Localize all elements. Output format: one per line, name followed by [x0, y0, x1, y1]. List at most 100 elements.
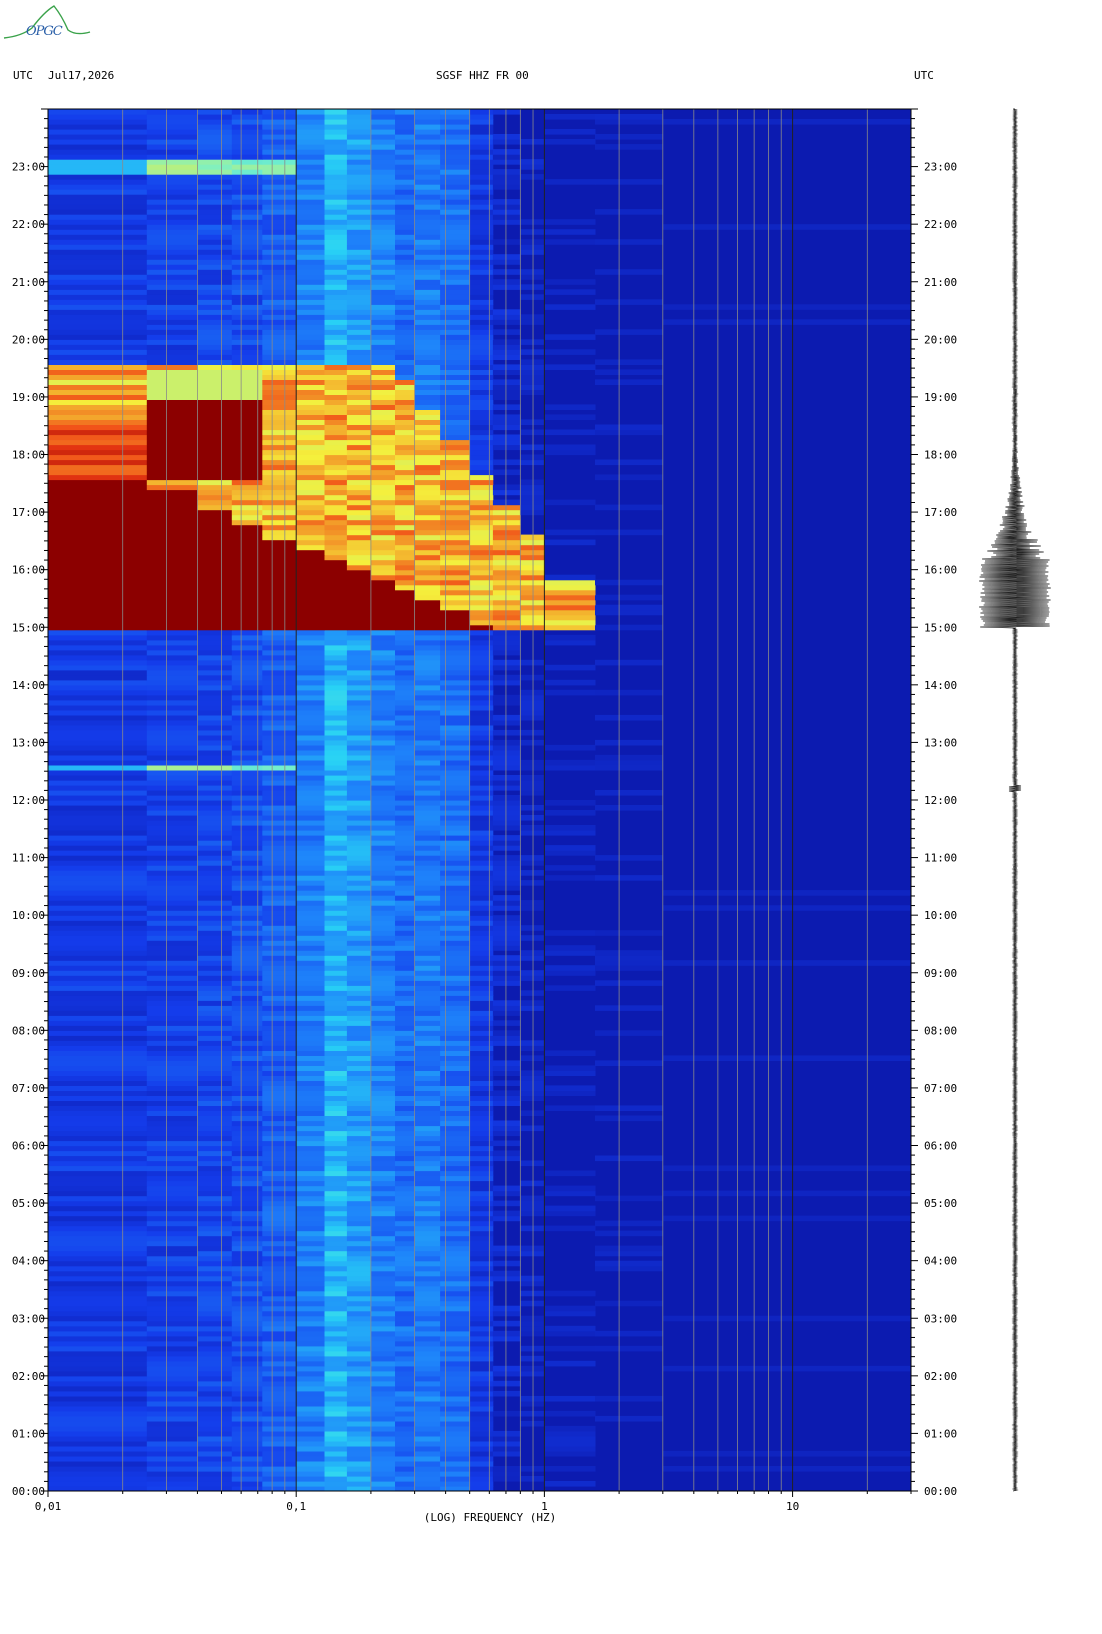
- heatmap-cell: [395, 1290, 416, 1297]
- heatmap-cell: [520, 349, 545, 355]
- heatmap-cell: [48, 975, 148, 981]
- heatmap-cell: [414, 825, 441, 831]
- heatmap-cell: [440, 1400, 471, 1407]
- y-tick-label-right: 11:00: [924, 852, 957, 865]
- heatmap-cell: [262, 835, 297, 841]
- heatmap-cell: [346, 850, 372, 856]
- heatmap-cell: [414, 820, 441, 826]
- heatmap-cell: [414, 569, 441, 576]
- heatmap-cell: [346, 364, 372, 370]
- heatmap-cell: [440, 1085, 471, 1091]
- heatmap-cell: [324, 870, 348, 876]
- heatmap-cell: [520, 1395, 545, 1402]
- heatmap-cell: [262, 339, 297, 345]
- heatmap-cell: [469, 1420, 494, 1427]
- heatmap-cell: [324, 664, 348, 671]
- heatmap-cell: [262, 990, 297, 996]
- heatmap-cell: [469, 494, 494, 501]
- heatmap-cell: [146, 1430, 198, 1437]
- heatmap-cell: [48, 1471, 148, 1477]
- heatmap-cell: [262, 669, 297, 676]
- heatmap-cell: [324, 850, 348, 856]
- heatmap-cell: [492, 679, 521, 686]
- heatmap-cell: [197, 164, 233, 170]
- heatmap-cell: [48, 1060, 148, 1066]
- heatmap-cell: [346, 439, 372, 446]
- heatmap-cell: [262, 1310, 297, 1317]
- heatmap-cell: [520, 359, 545, 365]
- heatmap-cell: [440, 930, 471, 936]
- heatmap-cell: [48, 1275, 148, 1282]
- heatmap-cell: [492, 369, 521, 375]
- heatmap-cell: [197, 589, 233, 596]
- heatmap-cell: [262, 534, 297, 541]
- heatmap-cell: [440, 965, 471, 971]
- heatmap-cell: [395, 795, 416, 801]
- heatmap-cell: [146, 524, 198, 531]
- heatmap-cell: [520, 815, 545, 821]
- heatmap-cell: [370, 504, 396, 511]
- heatmap-cell: [346, 624, 372, 631]
- heatmap-cell: [262, 494, 297, 501]
- heatmap-cell: [296, 1481, 325, 1487]
- heatmap-cell: [395, 129, 416, 135]
- heatmap-cell: [197, 1365, 233, 1372]
- heatmap-cell: [440, 609, 471, 616]
- heatmap-cell: [262, 1000, 297, 1006]
- heatmap-cell: [324, 945, 348, 951]
- heatmap-cell: [414, 614, 441, 621]
- heatmap-cell: [262, 830, 297, 836]
- heatmap-cell: [346, 519, 372, 526]
- heatmap-cell: [370, 980, 396, 986]
- heatmap-cell: [440, 1100, 471, 1106]
- heatmap-cell: [197, 790, 233, 796]
- heatmap-cell: [662, 1055, 911, 1061]
- heatmap-cell: [48, 549, 148, 556]
- heatmap-cell: [440, 1135, 471, 1142]
- heatmap-cell: [262, 1085, 297, 1091]
- heatmap-cell: [492, 1260, 521, 1267]
- heatmap-cell: [414, 354, 441, 360]
- heatmap-cell: [262, 649, 297, 656]
- y-axis-right: 00:0001:0002:0003:0004:0005:0006:0007:00…: [911, 108, 957, 1498]
- heatmap-cell: [262, 900, 297, 906]
- heatmap-cell: [395, 1020, 416, 1026]
- heatmap-cell: [414, 289, 441, 295]
- heatmap-cell: [296, 709, 325, 716]
- heatmap-cell: [414, 1160, 441, 1167]
- heatmap-cell: [492, 1430, 521, 1437]
- heatmap-cell: [262, 704, 297, 711]
- heatmap-cell: [440, 279, 471, 285]
- heatmap-cell: [262, 274, 297, 280]
- heatmap-cell: [197, 494, 233, 501]
- heatmap-cell: [395, 1420, 416, 1427]
- heatmap-cell: [197, 1145, 233, 1152]
- heatmap-cell: [346, 539, 372, 546]
- heatmap-cell: [395, 209, 416, 215]
- heatmap-cell: [469, 1030, 494, 1036]
- heatmap-cell: [414, 509, 441, 516]
- heatmap-cell: [395, 724, 416, 731]
- heatmap-cell: [520, 1225, 545, 1232]
- heatmap-cell: [370, 1000, 396, 1006]
- heatmap-cell: [492, 529, 521, 536]
- heatmap-cell: [197, 1315, 233, 1322]
- heatmap-cell: [520, 454, 545, 461]
- heatmap-cell: [440, 369, 471, 375]
- heatmap-cell: [146, 1330, 198, 1337]
- heatmap-cell: [197, 529, 233, 536]
- heatmap-cell: [346, 489, 372, 496]
- heatmap-cell: [492, 564, 521, 571]
- heatmap-cell: [296, 644, 325, 651]
- heatmap-cell: [197, 1235, 233, 1242]
- heatmap-cell: [492, 1000, 521, 1006]
- heatmap-cell: [146, 714, 198, 721]
- heatmap-cell: [346, 955, 372, 961]
- heatmap-cell: [197, 1335, 233, 1342]
- heatmap-cell: [440, 364, 471, 370]
- heatmap-cell: [262, 594, 297, 601]
- heatmap-cell: [492, 344, 521, 350]
- heatmap-cell: [395, 254, 416, 260]
- heatmap-cell: [324, 289, 348, 295]
- heatmap-cell: [469, 594, 494, 601]
